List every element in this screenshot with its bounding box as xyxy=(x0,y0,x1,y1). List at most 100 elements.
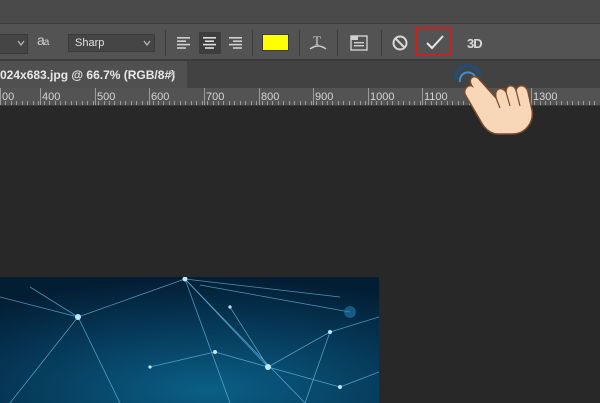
ruler-minor-tick xyxy=(556,101,557,105)
ruler-minor-tick xyxy=(76,101,77,105)
ruler-minor-tick xyxy=(131,101,132,105)
ruler-minor-tick xyxy=(11,101,12,105)
ruler-minor-tick xyxy=(436,101,437,105)
ruler-minor-tick xyxy=(196,101,197,105)
ruler-minor-tick xyxy=(289,101,290,105)
ruler-minor-tick xyxy=(589,101,590,105)
3d-button[interactable]: 3D xyxy=(467,36,483,51)
ruler-minor-tick xyxy=(153,101,154,105)
ruler-minor-tick xyxy=(583,101,584,105)
pointing-hand-icon xyxy=(454,64,534,135)
ruler-label: 00 xyxy=(2,91,15,103)
separator xyxy=(337,30,338,56)
ruler-minor-tick xyxy=(180,101,181,105)
ruler-minor-tick xyxy=(0,101,1,105)
ruler-minor-tick xyxy=(147,101,148,105)
ruler-minor-tick xyxy=(27,101,28,105)
antialias-icon: aa xyxy=(37,32,49,48)
chevron-down-icon xyxy=(143,40,151,46)
ruler-major-tick xyxy=(313,88,314,105)
ruler-minor-tick xyxy=(22,101,23,105)
antialias-select[interactable]: Sharp xyxy=(68,34,155,52)
ruler-minor-tick xyxy=(104,101,105,105)
ruler-minor-tick xyxy=(420,101,421,105)
ruler-label: 800 xyxy=(261,91,280,103)
ruler-minor-tick xyxy=(33,101,34,105)
ruler-minor-tick xyxy=(174,101,175,105)
ruler-label: 700 xyxy=(206,91,225,103)
ruler-major-tick xyxy=(40,88,41,105)
align-left-icon xyxy=(177,37,190,49)
chevron-down-icon xyxy=(17,40,25,46)
ruler-minor-tick xyxy=(545,101,546,105)
ruler-major-tick xyxy=(95,88,96,105)
ruler-minor-tick xyxy=(414,101,415,105)
ruler-minor-tick xyxy=(392,101,393,105)
character-panel-icon[interactable] xyxy=(349,33,369,53)
ruler-minor-tick xyxy=(240,101,241,105)
ruler-minor-tick xyxy=(229,101,230,105)
ruler-minor-tick xyxy=(332,101,333,105)
align-left-button[interactable] xyxy=(173,32,195,54)
antialias-select-value: Sharp xyxy=(75,37,105,49)
align-center-icon xyxy=(203,37,216,49)
ruler-minor-tick xyxy=(338,101,339,105)
ruler-major-tick xyxy=(204,88,205,105)
ruler-minor-tick xyxy=(311,101,312,105)
separator xyxy=(299,30,300,56)
document-tab-title: 024x683.jpg @ 66.7% (RGB/8#) xyxy=(0,68,176,82)
ruler-minor-tick xyxy=(60,101,61,105)
ruler-minor-tick xyxy=(550,101,551,105)
separator xyxy=(165,30,166,56)
ruler-minor-tick xyxy=(142,101,143,105)
ruler-minor-tick xyxy=(169,101,170,105)
ruler-minor-tick xyxy=(245,101,246,105)
ruler-minor-tick xyxy=(381,101,382,105)
ruler-major-tick xyxy=(368,88,369,105)
ruler-minor-tick xyxy=(136,101,137,105)
ruler-minor-tick xyxy=(398,101,399,105)
ruler-minor-tick xyxy=(365,101,366,105)
ruler-minor-tick xyxy=(272,101,273,105)
align-right-button[interactable] xyxy=(225,32,247,54)
ruler-minor-tick xyxy=(251,101,252,105)
ruler-minor-tick xyxy=(594,101,595,105)
ruler-minor-tick xyxy=(109,101,110,105)
ruler-minor-tick xyxy=(55,101,56,105)
ruler-minor-tick xyxy=(294,101,295,105)
ruler-minor-tick xyxy=(278,101,279,105)
ruler-minor-tick xyxy=(223,101,224,105)
antialias-icon-big: a xyxy=(37,32,45,48)
ruler-major-tick xyxy=(422,88,423,105)
ruler-minor-tick xyxy=(82,101,83,105)
ruler-minor-tick xyxy=(572,101,573,105)
ruler-minor-tick xyxy=(202,101,203,105)
ruler-minor-tick xyxy=(218,101,219,105)
ruler-minor-tick xyxy=(256,101,257,105)
separator xyxy=(252,30,253,56)
warp-text-icon[interactable]: T xyxy=(308,33,328,53)
ruler-minor-tick xyxy=(376,101,377,105)
document-image[interactable] xyxy=(0,277,379,403)
ruler-minor-tick xyxy=(431,101,432,105)
ruler-minor-tick xyxy=(71,101,72,105)
ruler-minor-tick xyxy=(425,101,426,105)
text-color-swatch[interactable] xyxy=(262,34,289,51)
ruler-minor-tick xyxy=(300,101,301,105)
font-size-field[interactable] xyxy=(0,34,28,54)
close-icon[interactable]: × xyxy=(169,67,176,81)
commit-button[interactable] xyxy=(416,27,452,56)
ruler-minor-tick xyxy=(360,101,361,105)
ruler-minor-tick xyxy=(5,101,6,105)
ruler-minor-tick xyxy=(327,101,328,105)
ruler-minor-tick xyxy=(371,101,372,105)
ruler-minor-tick xyxy=(561,101,562,105)
ruler-minor-tick xyxy=(447,101,448,105)
cancel-edits-icon[interactable] xyxy=(390,33,410,53)
ruler-minor-tick xyxy=(343,101,344,105)
align-center-button[interactable] xyxy=(199,32,221,54)
document-tab[interactable]: 024x683.jpg @ 66.7% (RGB/8#) × xyxy=(0,61,187,88)
ruler-minor-tick xyxy=(441,101,442,105)
ruler-minor-tick xyxy=(349,101,350,105)
ruler-minor-tick xyxy=(98,101,99,105)
